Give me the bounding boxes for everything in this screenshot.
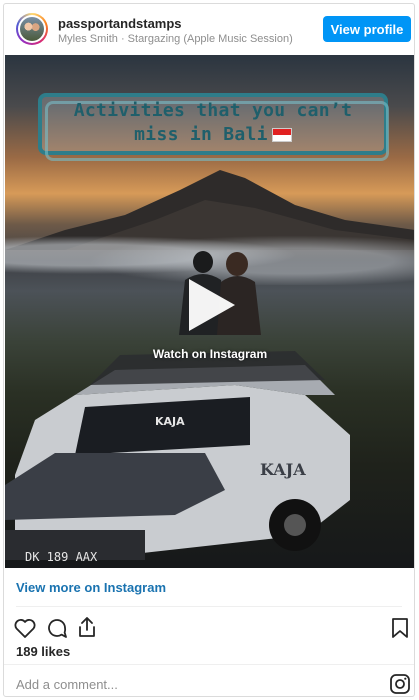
divider [4,664,414,665]
instagram-icon[interactable] [388,672,412,696]
view-more-link[interactable]: View more on Instagram [16,580,166,595]
svg-text:KAJA: KAJA [260,460,306,479]
svg-text:DK 189 AAX: DK 189 AAX [25,550,98,564]
comment-input[interactable]: Add a comment... [16,677,118,692]
comment-icon[interactable] [45,616,69,640]
watch-on-instagram[interactable]: Watch on Instagram [5,347,414,361]
post-media[interactable]: Activities that you can’t miss in Bali D… [5,55,414,568]
audio-subtitle[interactable]: Myles Smith · Stargazing (Apple Music Se… [58,33,293,45]
username[interactable]: passportandstamps [58,16,182,31]
overlay-title: Activities that you can’t miss in Bali [73,100,353,145]
view-profile-button[interactable]: View profile [323,16,411,42]
post-header: passportandstamps Myles Smith · Stargazi… [4,4,414,54]
avatar[interactable] [16,13,48,45]
heart-icon[interactable] [13,616,37,640]
instagram-embed: passportandstamps Myles Smith · Stargazi… [3,3,415,697]
play-icon[interactable] [183,275,239,335]
svg-text:KAJA: KAJA [155,415,185,428]
bookmark-icon[interactable] [388,616,412,640]
bali-flag-icon [271,128,292,142]
action-bar [4,614,414,640]
divider [16,606,402,607]
like-count[interactable]: 189 likes [16,644,70,659]
share-icon[interactable] [75,615,99,639]
jeep-illustration: DK 189 AAX KAJA KAJA [5,351,350,564]
